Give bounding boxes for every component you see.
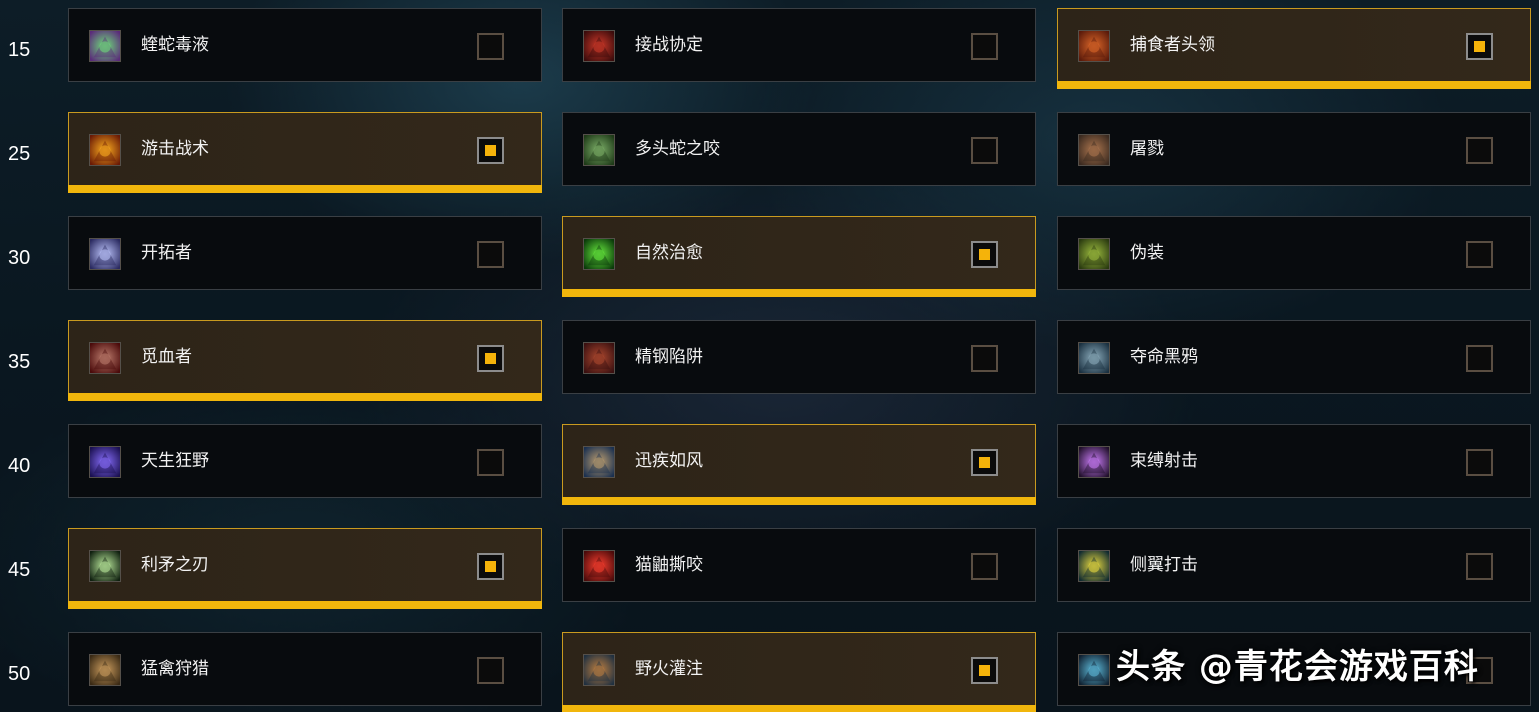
talent-name: 迅疾如风 xyxy=(635,451,703,471)
talent-checkbox[interactable] xyxy=(971,33,998,60)
talent-name: 接战协定 xyxy=(635,35,703,55)
engagement-icon xyxy=(583,30,615,62)
talent-option[interactable]: 侧翼打击 xyxy=(1057,528,1531,602)
talent-option[interactable]: 猛禽狩猎 xyxy=(68,632,542,706)
talent-checkbox-checked[interactable] xyxy=(477,553,504,580)
chakrams-icon xyxy=(1078,654,1110,686)
talent-checkbox[interactable] xyxy=(477,33,504,60)
talent-name: 夺命黑鸦 xyxy=(1130,347,1198,367)
talent-name: 屠戮 xyxy=(1130,139,1164,159)
talent-checkbox[interactable] xyxy=(477,241,504,268)
talent-name: 天生狂野 xyxy=(141,451,209,471)
wildfire-infusion-icon xyxy=(583,654,615,686)
talent-option[interactable]: 觅血者 xyxy=(68,320,542,401)
row-level-label: 40 xyxy=(8,455,31,477)
watermark: 头条 @青花会游戏百科 xyxy=(1116,647,1479,687)
natural-mending-icon xyxy=(583,238,615,270)
talent-checkbox-checked[interactable] xyxy=(971,241,998,268)
talent-row-15: 15 蝰蛇毒液 接战协定 捕食者头领 xyxy=(0,8,1539,90)
talent-name: 精钢陷阱 xyxy=(635,347,703,367)
talent-checkbox-checked[interactable] xyxy=(477,137,504,164)
row-level-label: 25 xyxy=(8,143,31,165)
talent-row-35: 35 觅血者 精钢陷阱 夺命黑鸦 xyxy=(0,320,1539,402)
talent-option[interactable]: 利矛之刃 xyxy=(68,528,542,609)
talent-name: 觅血者 xyxy=(141,347,192,367)
viper-venom-icon xyxy=(89,30,121,62)
tip-of-the-spear-icon xyxy=(89,550,121,582)
talent-name: 蝰蛇毒液 xyxy=(141,35,209,55)
talent-row-40: 40 天生狂野 迅疾如风 束缚射击 xyxy=(0,424,1539,506)
bloodseeker-icon xyxy=(89,342,121,374)
row-level-label: 50 xyxy=(8,663,31,685)
talent-option[interactable]: 伪装 xyxy=(1057,216,1531,290)
talent-option[interactable]: 蝰蛇毒液 xyxy=(68,8,542,82)
talent-checkbox-checked[interactable] xyxy=(1466,33,1493,60)
talent-row-30: 30 开拓者 自然治愈 伪装 xyxy=(0,216,1539,298)
talent-name: 侧翼打击 xyxy=(1130,555,1198,575)
talent-option[interactable]: 猫鼬撕咬 xyxy=(562,528,1036,602)
steel-trap-icon xyxy=(583,342,615,374)
row-level-label: 35 xyxy=(8,351,31,373)
talent-option[interactable]: 天生狂野 xyxy=(68,424,542,498)
talent-checkbox[interactable] xyxy=(971,553,998,580)
talent-option[interactable]: 屠戮 xyxy=(1057,112,1531,186)
talent-name: 野火灌注 xyxy=(635,659,703,679)
talent-option[interactable]: 精钢陷阱 xyxy=(562,320,1036,394)
talent-option[interactable]: 游击战术 xyxy=(68,112,542,193)
talent-name: 猛禽狩猎 xyxy=(141,659,209,679)
talent-name: 捕食者头领 xyxy=(1130,35,1215,55)
trailblazer-icon xyxy=(89,238,121,270)
talent-name: 利矛之刃 xyxy=(141,555,209,575)
talent-row-45: 45 利矛之刃 猫鼬撕咬 侧翼打击 xyxy=(0,528,1539,610)
butchery-icon xyxy=(1078,134,1110,166)
alpha-predator-icon xyxy=(1078,30,1110,62)
row-level-label: 30 xyxy=(8,247,31,269)
talent-option[interactable]: 束缚射击 xyxy=(1057,424,1531,498)
hydras-bite-icon xyxy=(583,134,615,166)
camouflage-icon xyxy=(1078,238,1110,270)
talent-name: 游击战术 xyxy=(141,139,209,159)
talent-checkbox-checked[interactable] xyxy=(971,449,998,476)
talent-name: 束缚射击 xyxy=(1130,451,1198,471)
talent-checkbox[interactable] xyxy=(477,657,504,684)
guerrilla-tactics-icon xyxy=(89,134,121,166)
talent-checkbox[interactable] xyxy=(971,345,998,372)
talent-checkbox[interactable] xyxy=(1466,345,1493,372)
talent-checkbox[interactable] xyxy=(1466,553,1493,580)
binding-shot-icon xyxy=(1078,446,1110,478)
talent-name: 多头蛇之咬 xyxy=(635,139,720,159)
talent-checkbox-checked[interactable] xyxy=(477,345,504,372)
born-to-be-wild-icon xyxy=(89,446,121,478)
row-level-label: 45 xyxy=(8,559,31,581)
talent-name: 开拓者 xyxy=(141,243,192,263)
talent-option[interactable]: 野火灌注 xyxy=(562,632,1036,712)
talent-option[interactable]: 开拓者 xyxy=(68,216,542,290)
mongoose-bite-icon xyxy=(583,550,615,582)
talent-checkbox[interactable] xyxy=(477,449,504,476)
talent-option[interactable]: 捕食者头领 xyxy=(1057,8,1531,89)
talent-row-25: 25 游击战术 多头蛇之咬 屠戮 xyxy=(0,112,1539,194)
talent-option[interactable]: 接战协定 xyxy=(562,8,1036,82)
talent-checkbox[interactable] xyxy=(1466,241,1493,268)
talent-name: 伪装 xyxy=(1130,243,1164,263)
talent-option[interactable]: 自然治愈 xyxy=(562,216,1036,297)
talent-checkbox[interactable] xyxy=(1466,137,1493,164)
a-murder-of-crows-icon xyxy=(1078,342,1110,374)
talent-checkbox[interactable] xyxy=(971,137,998,164)
birds-of-prey-icon xyxy=(89,654,121,686)
talent-name: 自然治愈 xyxy=(635,243,703,263)
talent-option[interactable]: 多头蛇之咬 xyxy=(562,112,1036,186)
row-level-label: 15 xyxy=(8,39,31,61)
posthaste-icon xyxy=(583,446,615,478)
talent-checkbox-checked[interactable] xyxy=(971,657,998,684)
flanking-strike-icon xyxy=(1078,550,1110,582)
talent-checkbox[interactable] xyxy=(1466,449,1493,476)
talent-option[interactable]: 夺命黑鸦 xyxy=(1057,320,1531,394)
talent-option[interactable]: 迅疾如风 xyxy=(562,424,1036,505)
talent-name: 猫鼬撕咬 xyxy=(635,555,703,575)
